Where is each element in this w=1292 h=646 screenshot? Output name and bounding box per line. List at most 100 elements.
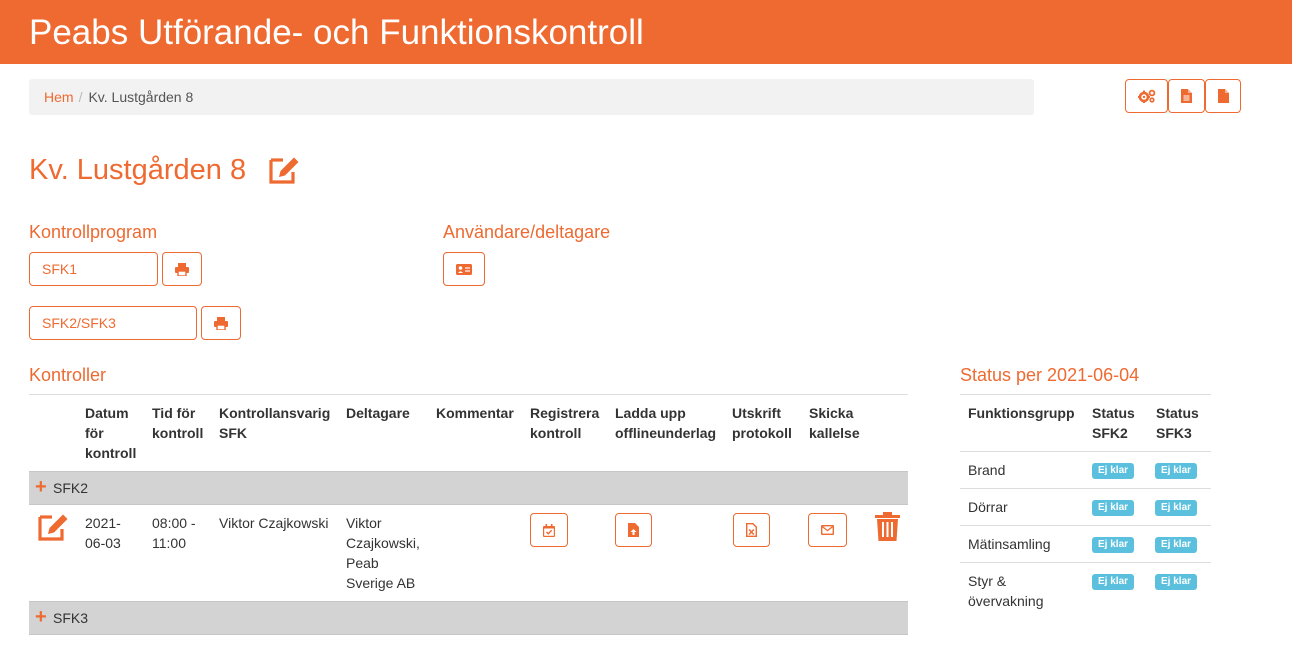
header-line: Tid för — [152, 405, 196, 421]
edit-row-button[interactable] — [37, 512, 70, 545]
cell-line: 06-03 — [85, 535, 121, 551]
divider — [960, 562, 1211, 563]
header-line: för — [85, 425, 104, 441]
breadcrumb-current: Kv. Lustgården 8 — [88, 89, 194, 105]
app-header: Peabs Utförande- och Funktionskontroll — [0, 0, 1292, 64]
status-badge: Ej klar — [1092, 574, 1135, 590]
status-badge: Ej klar — [1155, 500, 1198, 516]
upload-offline-button[interactable] — [615, 513, 652, 547]
send-invite-button[interactable] — [808, 513, 847, 547]
cell-line: 11:00 — [152, 535, 186, 551]
register-control-button[interactable] — [530, 513, 568, 547]
cell-line: 2021- — [85, 515, 121, 531]
divider — [960, 488, 1211, 489]
program-sfk2-sfk3-button[interactable]: SFK2/SFK3 — [29, 306, 197, 340]
group-row-sfk3[interactable]: + SFK3 — [29, 601, 908, 635]
edit-project-button[interactable] — [268, 155, 301, 188]
document-lines-icon — [1181, 89, 1192, 103]
divider — [960, 394, 1211, 395]
cell-deltagare: Viktor Czajkowski, Peab Sverige AB — [346, 513, 420, 593]
header-line: SFK2 — [1092, 425, 1128, 441]
col-header-deltagare: Deltagare — [346, 403, 410, 423]
page-title: Kv. Lustgården 8 — [29, 154, 247, 186]
status-badge: Ej klar — [1155, 463, 1198, 479]
cell-line: Sverige AB — [346, 575, 416, 591]
header-line: kontroll — [152, 425, 204, 441]
print-protocol-button[interactable] — [733, 513, 770, 547]
col-header-kommentar: Kommentar — [436, 403, 514, 423]
cell-datum: 2021- 06-03 — [85, 513, 121, 553]
col-header-tid: Tid för kontroll — [152, 403, 203, 443]
kontrollprogram-heading: Kontrollprogram — [29, 222, 158, 242]
status-badge: Ej klar — [1092, 463, 1135, 479]
header-line: Datum — [85, 405, 129, 421]
file-excel-icon — [746, 523, 757, 537]
header-line: offlineunderlag — [615, 425, 717, 441]
header-line: Registrera — [530, 405, 600, 421]
status-row-name: Mätinsamling — [968, 536, 1051, 552]
breadcrumb: Hem / Kv. Lustgården 8 — [29, 79, 1034, 115]
col-header-datum: Datum för kontroll — [85, 403, 136, 463]
status-heading: Status per 2021-06-04 — [960, 365, 1140, 385]
group-row-sfk2[interactable]: + SFK2 — [29, 471, 908, 505]
breadcrumb-home-link[interactable]: Hem — [44, 89, 74, 105]
plus-icon: + — [35, 476, 47, 498]
col-header-registrera: Registrera kontroll — [530, 403, 599, 443]
document-button[interactable] — [1205, 79, 1241, 113]
breadcrumb-separator: / — [78, 89, 83, 105]
col-header-skicka: Skicka kallelse — [809, 403, 860, 443]
divider — [960, 451, 1211, 452]
group-label: SFK3 — [53, 610, 89, 626]
status-row-name: Dörrar — [968, 499, 1008, 515]
header-line: Skicka — [809, 405, 854, 421]
header-line: Kontrollansvarig — [219, 405, 331, 421]
header-line: Ladda upp — [615, 405, 686, 421]
users-heading: Användare/deltagare — [443, 222, 611, 242]
status-col-header-sfk3: Status SFK3 — [1156, 403, 1199, 443]
file-upload-icon — [628, 523, 639, 537]
header-line: SFK3 — [1156, 425, 1192, 441]
print-sfk1-button[interactable] — [162, 252, 202, 286]
header-line: kontroll — [85, 445, 137, 461]
program-sfk1-button[interactable]: SFK1 — [29, 252, 158, 286]
app-title: Peabs Utförande- och Funktionskontroll — [29, 13, 644, 52]
cell-tid: 08:00 - 11:00 — [152, 513, 196, 553]
trash-icon — [875, 512, 900, 541]
cell-line: Viktor — [346, 515, 382, 531]
cell-ansvarig: Viktor Czajkowski — [219, 515, 329, 531]
cell-line: övervakning — [968, 593, 1044, 609]
cell-line: Czajkowski, — [346, 535, 420, 551]
status-col-header-grupp: Funktionsgrupp — [968, 405, 1075, 421]
print-icon — [175, 262, 189, 276]
print-icon — [214, 316, 228, 330]
cell-line: 08:00 - — [152, 515, 196, 531]
document-icon — [1217, 89, 1229, 103]
status-badge: Ej klar — [1092, 537, 1135, 553]
header-line: protokoll — [732, 425, 792, 441]
group-label: SFK2 — [53, 480, 89, 496]
cell-line: Styr & — [968, 573, 1007, 589]
document-list-button[interactable] — [1168, 79, 1205, 113]
divider — [960, 525, 1211, 526]
divider — [29, 394, 908, 395]
status-badge: Ej klar — [1092, 500, 1135, 516]
cell-line: Peab — [346, 555, 379, 571]
header-line: Status — [1092, 405, 1135, 421]
edit-icon — [269, 157, 299, 184]
envelope-icon — [821, 525, 834, 535]
col-header-ladda-upp: Ladda upp offlineunderlag — [615, 403, 716, 443]
settings-button[interactable] — [1125, 79, 1168, 113]
gears-icon — [1137, 89, 1155, 103]
id-card-icon — [456, 263, 472, 275]
calendar-check-icon — [543, 523, 555, 537]
kontroller-heading: Kontroller — [29, 365, 107, 385]
delete-row-button[interactable] — [875, 512, 900, 544]
header-line: SFK — [219, 425, 247, 441]
status-col-header-sfk2: Status SFK2 — [1092, 403, 1135, 443]
header-line: Status — [1156, 405, 1199, 421]
users-button[interactable] — [443, 252, 485, 286]
print-sfk2-sfk3-button[interactable] — [201, 306, 241, 340]
col-header-ansvarig: Kontrollansvarig SFK — [219, 403, 330, 443]
header-line: Utskrift — [732, 405, 782, 421]
status-row-name: Brand — [968, 462, 1006, 478]
